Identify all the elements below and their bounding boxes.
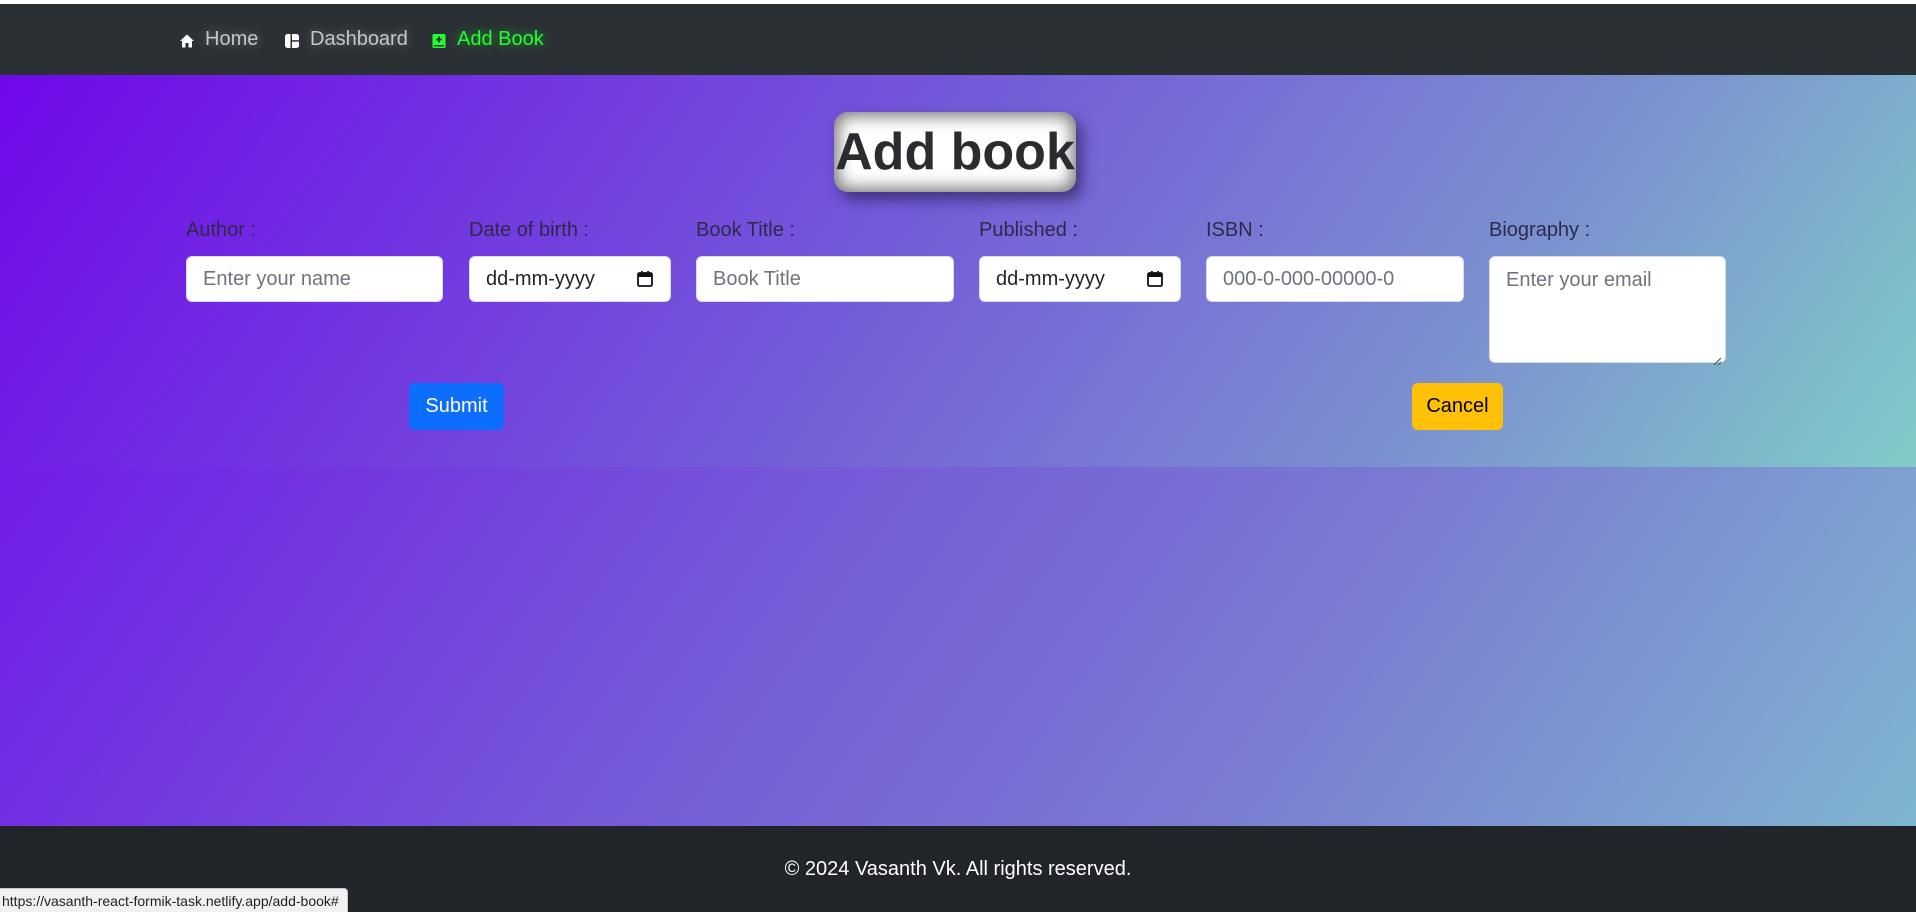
- isbn-placeholder: 000-0-000-00000-0: [1223, 267, 1395, 290]
- author-input[interactable]: Enter your name: [186, 256, 443, 302]
- book-plus-icon: [431, 32, 447, 48]
- nav-add-book-label: Add Book: [457, 28, 544, 50]
- submit-button[interactable]: Submit: [409, 383, 504, 430]
- calendar-icon[interactable]: [1146, 270, 1164, 288]
- published-label: Published :: [979, 219, 1078, 241]
- dashboard-icon: [284, 32, 300, 48]
- dob-label: Date of birth :: [469, 219, 590, 241]
- author-placeholder: Enter your name: [203, 267, 351, 290]
- page-title: Add book: [835, 123, 1075, 181]
- nav-add-book[interactable]: Add Book: [431, 4, 544, 75]
- book-title-placeholder: Book Title: [713, 267, 801, 290]
- resize-grip-icon[interactable]: [1712, 349, 1722, 366]
- author-label: Author :: [186, 219, 257, 241]
- biography-textarea[interactable]: Enter your email: [1489, 256, 1726, 366]
- home-icon: [179, 32, 195, 48]
- nav-dashboard[interactable]: Dashboard: [284, 4, 408, 75]
- nav-dashboard-label: Dashboard: [310, 28, 408, 50]
- status-bar-url: https://vasanth-react-formik-task.netlif…: [0, 888, 348, 912]
- isbn-input[interactable]: 000-0-000-00000-0: [1206, 256, 1464, 302]
- dob-value: dd-mm-yyyy: [486, 267, 595, 290]
- nav-home-label: Home: [205, 28, 259, 50]
- navbar: Home Dashboard Add Book: [0, 4, 1916, 75]
- calendar-icon[interactable]: [636, 270, 654, 288]
- dob-input[interactable]: dd-mm-yyyy: [469, 256, 671, 302]
- published-input[interactable]: dd-mm-yyyy: [979, 256, 1181, 302]
- cancel-button[interactable]: Cancel: [1412, 383, 1503, 430]
- nav-home[interactable]: Home: [179, 4, 258, 75]
- biography-label: Biography :: [1489, 219, 1591, 241]
- isbn-label: ISBN :: [1206, 219, 1264, 241]
- biography-placeholder: Enter your email: [1506, 269, 1652, 291]
- book-title-input[interactable]: Book Title: [696, 256, 954, 302]
- footer-copyright: © 2024 Vasanth Vk. All rights reserved.: [784, 857, 1132, 880]
- page-title-box: Add book: [834, 112, 1076, 192]
- published-value: dd-mm-yyyy: [996, 267, 1105, 290]
- book-title-label: Book Title :: [696, 219, 795, 241]
